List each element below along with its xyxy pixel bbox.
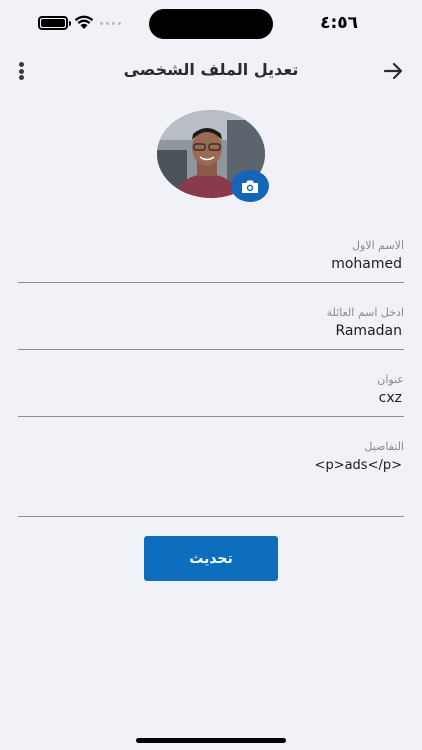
- details-field[interactable]: التفاصيل <p>ads</p>: [18, 437, 404, 517]
- details-value[interactable]: <p>ads</p>: [315, 458, 402, 473]
- dynamic-island: [149, 9, 273, 39]
- home-indicator[interactable]: [136, 738, 286, 743]
- camera-icon: [242, 180, 258, 193]
- profile-avatar-container: [157, 110, 269, 202]
- wifi-icon: [74, 15, 94, 29]
- status-time: ٤:٥٦: [320, 13, 358, 33]
- address-field[interactable]: عنوان cxz: [18, 370, 404, 417]
- details-label: التفاصيل: [364, 440, 404, 453]
- last-name-label: ادخل اسم العائلة: [326, 306, 404, 319]
- last-name-field[interactable]: ادخل اسم العائلة Ramadan: [18, 303, 404, 350]
- first-name-field[interactable]: الاسم الاول mohamed: [18, 236, 404, 283]
- last-name-value[interactable]: Ramadan: [335, 323, 402, 339]
- first-name-label: الاسم الاول: [352, 239, 404, 252]
- app-header: تعديل الملف الشخصى: [0, 52, 422, 92]
- address-label: عنوان: [377, 373, 404, 386]
- update-button[interactable]: تحديث: [144, 536, 278, 581]
- back-arrow-icon[interactable]: [382, 60, 404, 82]
- page-title: تعديل الملف الشخصى: [123, 60, 299, 79]
- status-bar: ٤:٥٦: [0, 0, 422, 46]
- first-name-value[interactable]: mohamed: [331, 256, 402, 272]
- address-value[interactable]: cxz: [379, 390, 402, 406]
- change-photo-button[interactable]: [231, 170, 269, 202]
- battery-icon: [38, 16, 71, 30]
- cellular-signal-icon: [100, 22, 121, 25]
